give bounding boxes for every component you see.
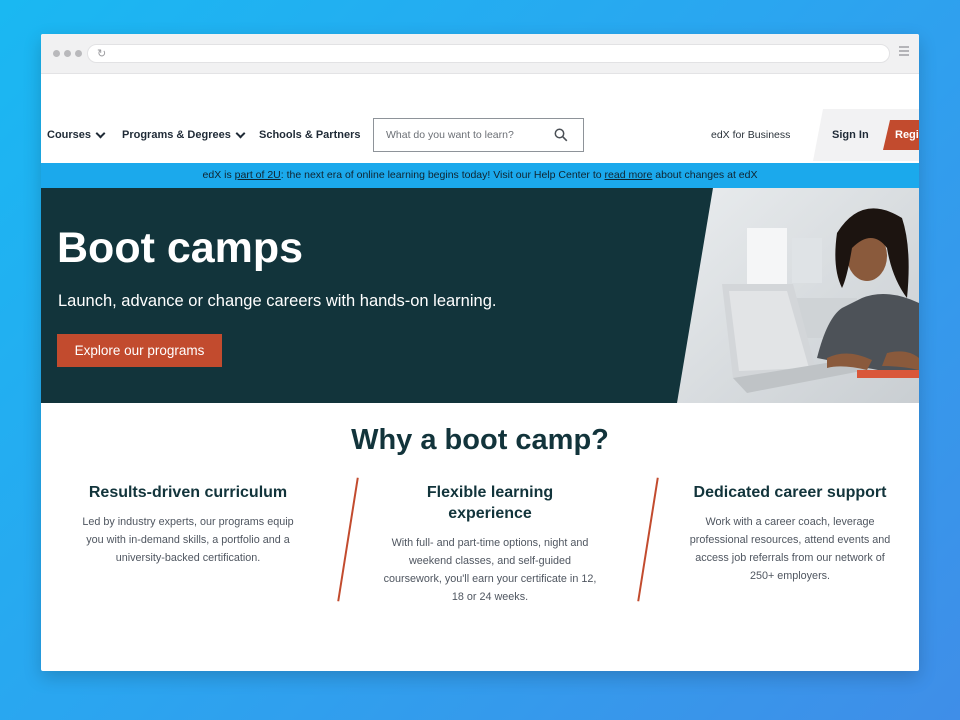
hero-section: Boot camps Launch, advance or change car… [41,188,919,403]
feature-heading: Flexible learning experience [365,482,615,524]
feature-heading: Results-driven curriculum [88,484,288,501]
browser-window: ↻ Courses Programs & Degrees Schools & P… [41,34,919,671]
description-line: university-backed certification. [115,552,261,564]
feature-column-curriculum: Results-driven curriculum Led by industr… [63,482,313,567]
reload-icon[interactable]: ↻ [97,47,106,60]
nav-programs-label: Programs & Degrees [122,129,231,141]
column-divider [637,477,659,602]
address-bar[interactable]: ↻ [87,44,890,63]
chevron-down-icon [235,128,246,138]
why-bootcamp-title: Why a boot camp? [351,424,609,456]
browser-menu-icon[interactable] [899,46,909,58]
column-divider [337,477,359,602]
banner-text: about changes at edX [652,169,758,181]
feature-column-flexible: Flexible learning experience With full- … [365,482,615,606]
feature-description: Work with a career coach, leverage profe… [665,513,915,585]
register-label: Regi [895,129,919,141]
browser-toolbar: ↻ [41,34,919,74]
announcement-banner: edX is part of 2U: the next era of onlin… [41,163,919,188]
description-line: Work with a career coach, leverage [705,516,875,528]
nav-programs-degrees[interactable]: Programs & Degrees [122,128,246,141]
banner-text: : the next era of online learning begins… [280,169,605,181]
description-line: you with in-demand skills, a portfolio a… [86,534,290,546]
nav-courses-label: Courses [47,129,92,141]
hero-subtitle: Launch, advance or change careers with h… [58,292,497,310]
description-line: access job referrals from our network of [695,552,885,564]
explore-programs-button[interactable]: Explore our programs [57,334,222,367]
feature-description: Led by industry experts, our programs eq… [63,513,313,567]
description-line: 250+ employers. [749,570,831,582]
description-line: weekend classes, and self-guided [408,555,572,567]
nav-courses[interactable]: Courses [47,128,106,141]
description-line: professional resources, attend events an… [689,534,891,546]
heading-line: experience [448,505,532,522]
part-of-2u-link[interactable]: part of 2U [235,169,281,181]
description-line: 18 or 24 weeks. [451,591,529,603]
chevron-down-icon [95,128,106,138]
description-line: coursework, you'll earn your certificate… [383,573,597,585]
banner-text: edX is [202,169,235,181]
edx-for-business-link[interactable]: edX for Business [711,129,790,141]
description-line: Led by industry experts, our programs eq… [82,516,294,528]
window-dot[interactable] [75,50,82,57]
read-more-link[interactable]: read more [605,169,653,181]
hero-title: Boot camps [57,224,304,272]
window-controls [53,50,82,57]
heading-line: Flexible learning [426,484,554,501]
search-icon[interactable] [554,128,568,142]
nav-schools-partners[interactable]: Schools & Partners [259,129,360,141]
search-box[interactable] [373,118,584,152]
search-input[interactable] [386,129,546,141]
hero-photo-woman-laptop [677,188,919,403]
window-dot[interactable] [64,50,71,57]
nav-schools-label: Schools & Partners [259,129,361,141]
description-line: With full- and part-time options, night … [391,537,589,549]
feature-column-career: Dedicated career support Work with a car… [665,482,915,585]
feature-heading: Dedicated career support [693,484,887,501]
feature-description: With full- and part-time options, night … [365,534,615,606]
sign-in-button[interactable]: Sign In [832,129,869,141]
window-dot[interactable] [53,50,60,57]
